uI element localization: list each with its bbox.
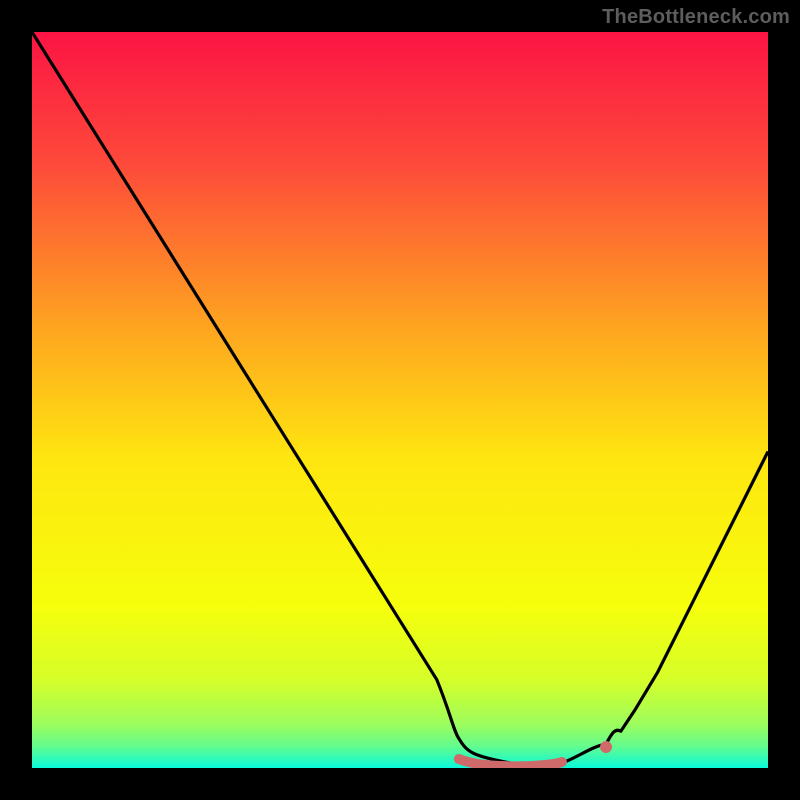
chart-container: TheBottleneck.com [0, 0, 800, 800]
optimal-range-endpoint-marker [600, 741, 612, 753]
bottleneck-curve [32, 32, 768, 768]
plot-area [32, 32, 768, 768]
curve-path [32, 32, 768, 765]
watermark-text: TheBottleneck.com [602, 6, 790, 29]
optimal-range-highlight [459, 759, 562, 766]
